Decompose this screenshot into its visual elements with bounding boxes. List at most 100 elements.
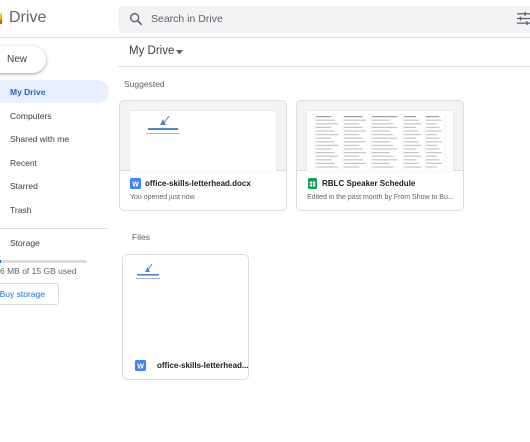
spreadsheet-cell-line <box>344 119 367 121</box>
chevron-down-icon[interactable] <box>176 50 183 55</box>
spreadsheet-cell-line <box>372 162 390 164</box>
spreadsheet-cell-line <box>372 126 398 128</box>
spreadsheet-cell-line <box>316 123 339 125</box>
sidebar-item-my-drive[interactable]: My Drive <box>0 80 109 103</box>
svg-text:W: W <box>132 181 139 188</box>
spreadsheet-cell-line <box>344 116 363 118</box>
spreadsheet-cell-line <box>344 144 360 146</box>
docs-icon: W <box>130 178 141 189</box>
sidebar-item-label: Computers <box>10 110 52 121</box>
spreadsheet-cell-line <box>316 116 332 118</box>
spreadsheet-cell-line <box>316 119 335 121</box>
spreadsheet-cell-line <box>404 116 417 118</box>
spreadsheet-cell-line <box>372 166 394 168</box>
file-activity: You opened just now <box>130 194 195 201</box>
sidebar-item-label: Starred <box>10 180 38 191</box>
buy-storage-button[interactable]: Buy storage <box>0 283 59 305</box>
spreadsheet-grid-preview <box>314 115 446 170</box>
spreadsheet-cell-line <box>344 130 367 132</box>
spreadsheet-cell-line <box>426 155 437 157</box>
file-thumbnail <box>297 101 463 171</box>
sidebar-divider <box>0 228 108 229</box>
spreadsheet-cell-line <box>426 116 440 118</box>
spreadsheet-cell-line <box>316 137 332 139</box>
spreadsheet-cell-line <box>404 126 417 128</box>
spreadsheet-cell-line <box>372 148 398 150</box>
svg-text:W: W <box>137 363 144 370</box>
files-heading: Files <box>132 232 150 242</box>
letterhead-logo-icon <box>136 263 160 279</box>
search-icon[interactable] <box>128 11 144 27</box>
suggested-file-card[interactable]: RBLC Speaker Schedule Edited in the past… <box>296 100 464 211</box>
storage-usage-text: 6 MB of 15 GB used <box>0 266 77 276</box>
spreadsheet-cell-line <box>404 123 422 125</box>
spreadsheet-cell-line <box>426 130 442 132</box>
spreadsheet-cell-line <box>316 126 332 128</box>
spreadsheet-cell-line <box>372 119 390 121</box>
spreadsheet-cell-line <box>344 141 367 143</box>
spreadsheet-cell-line <box>344 148 363 150</box>
spreadsheet-cell-line <box>426 144 437 146</box>
spreadsheet-cell-line <box>372 159 398 161</box>
search-options-icon[interactable] <box>517 12 530 25</box>
spreadsheet-cell-line <box>344 152 367 154</box>
spreadsheet-cell-line <box>344 166 360 168</box>
spreadsheet-cell-line <box>316 130 335 132</box>
spreadsheet-cell-line <box>316 148 332 150</box>
spreadsheet-cell-line <box>426 152 442 154</box>
page-title[interactable]: My Drive <box>129 45 174 57</box>
spreadsheet-cell-line <box>404 152 419 154</box>
letterhead-logo-icon <box>146 115 180 134</box>
spreadsheet-cell-line <box>372 116 398 118</box>
suggested-file-card[interactable]: W office-skills-letterhead.docx You open… <box>119 100 287 211</box>
document-page-preview <box>130 111 276 171</box>
storage-usage-bar <box>0 260 87 263</box>
storage-usage-fill <box>0 260 1 263</box>
new-button[interactable]: New <box>0 46 46 73</box>
spreadsheet-cell-line <box>426 148 440 150</box>
spreadsheet-cell-line <box>426 141 442 143</box>
spreadsheet-cell-line <box>316 166 339 168</box>
spreadsheet-cell-line <box>404 155 422 157</box>
spreadsheet-page-preview <box>307 111 453 171</box>
sidebar-item-starred[interactable]: Starred <box>0 174 38 197</box>
spreadsheet-cell-line <box>372 144 394 146</box>
spreadsheet-cell-line <box>316 152 335 154</box>
spreadsheet-cell-line <box>404 162 419 164</box>
spreadsheet-cell-line <box>344 126 363 128</box>
app-title: Drive <box>9 9 47 26</box>
drive-logo-icon <box>0 12 2 24</box>
spreadsheet-cell-line <box>404 166 422 168</box>
file-thumbnail <box>120 101 286 171</box>
spreadsheet-cell-line <box>404 141 419 143</box>
sidebar-item-label: Shared with me <box>10 133 70 144</box>
sidebar-item-label: Recent <box>10 157 37 168</box>
sidebar-item-storage[interactable]: Storage <box>0 231 40 254</box>
spreadsheet-cell-line <box>426 159 440 161</box>
spreadsheet-cell-line <box>372 134 394 136</box>
spreadsheet-cell-line <box>426 166 437 168</box>
spreadsheet-cell-line <box>344 159 363 161</box>
sidebar-item-label: My Drive <box>10 86 46 97</box>
spreadsheet-cell-line <box>316 155 339 157</box>
file-card[interactable]: W office-skills-letterhead.... <box>122 254 249 380</box>
sidebar-item-computers[interactable]: Computers <box>0 104 52 127</box>
sidebar-item-shared-with-me[interactable]: Shared with me <box>0 127 69 150</box>
spreadsheet-cell-line <box>404 130 419 132</box>
file-name: office-skills-letterhead.docx <box>145 179 251 188</box>
spreadsheet-cell-line <box>426 162 442 164</box>
spreadsheet-cell-line <box>426 137 440 139</box>
spreadsheet-cell-line <box>316 141 335 143</box>
spreadsheet-cell-line <box>372 137 398 139</box>
sidebar-item-recent[interactable]: Recent <box>0 151 37 174</box>
spreadsheet-cell-line <box>404 137 417 139</box>
search-input[interactable] <box>151 10 451 28</box>
sidebar-item-label: Trash <box>10 204 32 215</box>
spreadsheet-cell-line <box>372 141 390 143</box>
spreadsheet-cell-line <box>404 144 422 146</box>
sidebar-item-trash[interactable]: Trash <box>0 198 31 221</box>
spreadsheet-cell-line <box>426 119 442 121</box>
sidebar-item-label: Storage <box>10 237 40 248</box>
spreadsheet-cell-line <box>372 152 390 154</box>
spreadsheet-cell-line <box>372 155 394 157</box>
